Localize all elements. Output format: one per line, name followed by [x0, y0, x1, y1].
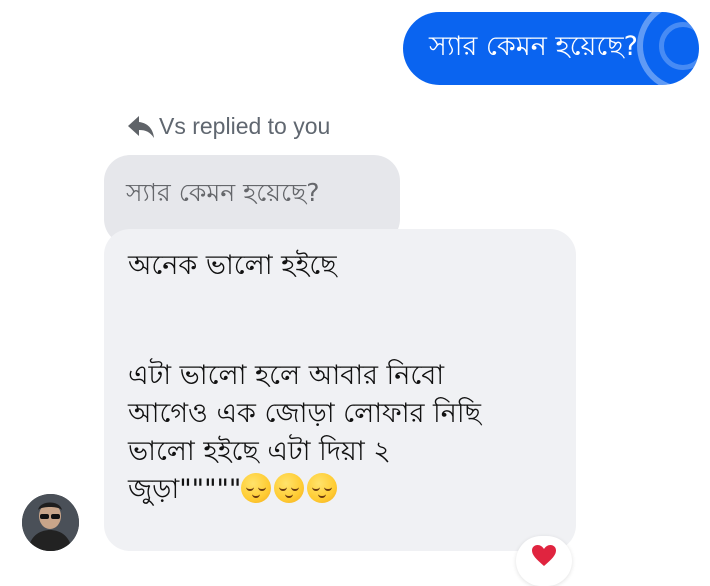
reply-header: Vs replied to you: [127, 113, 330, 140]
red-heart-icon: [531, 544, 557, 572]
outgoing-message-text: স্যার কেমন হয়েছে?: [429, 31, 638, 62]
reply-arrow-icon: [127, 114, 155, 140]
message-line: অনেক ভালো হইছে: [128, 250, 337, 281]
outgoing-message-bubble[interactable]: স্যার কেমন হয়েছে?: [403, 12, 699, 85]
relieved-face-emoji: [307, 473, 338, 503]
message-last-line: জুড়া""""": [128, 471, 566, 509]
message-line: ভালো হইছে এটা দিয়া ২: [128, 436, 391, 467]
message-line-text: জুড়া""""": [128, 474, 242, 505]
message-blank-space: [128, 285, 566, 357]
sender-avatar[interactable]: [22, 494, 79, 551]
relieved-face-emoji: [274, 473, 305, 503]
touch-ripple-inner-decoration: [659, 22, 699, 70]
reply-header-text: Vs replied to you: [159, 113, 331, 139]
quoted-message-text: স্যার কেমন হয়েছে?: [126, 178, 320, 207]
message-line: এটা ভালো হলে আবার নিবো: [128, 360, 445, 391]
received-message-bubble[interactable]: অনেক ভালো হইছে এটা ভালো হলে আবার নিবো আগ…: [104, 229, 576, 551]
message-line: আগেও এক জোড়া লোফার নিছি: [128, 398, 481, 429]
message-reaction[interactable]: [516, 536, 572, 586]
relieved-face-emoji: [241, 473, 272, 503]
